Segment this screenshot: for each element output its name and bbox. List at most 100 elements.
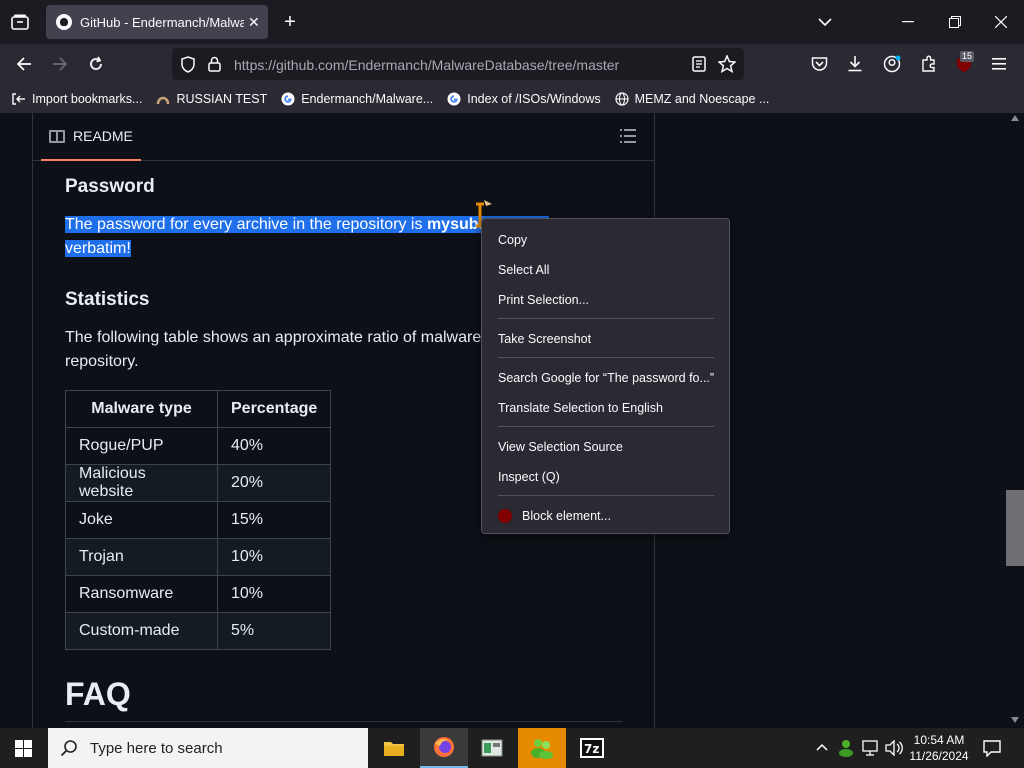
russian-flag-icon <box>157 96 170 105</box>
clock-time: 10:54 AM <box>913 733 965 747</box>
readme-header: README <box>33 113 654 161</box>
tracking-shield-icon[interactable] <box>180 56 196 78</box>
scroll-thumb[interactable] <box>1006 490 1024 566</box>
github-icon <box>56 14 72 30</box>
reload-icon[interactable] <box>86 54 106 74</box>
clock-date: 11/26/2024 <box>909 749 969 763</box>
start-button[interactable] <box>0 728 48 768</box>
pocket-icon[interactable] <box>811 56 828 77</box>
menu-item-copy[interactable]: Copy <box>498 233 527 247</box>
context-menu: Copy Select All Print Selection... Take … <box>481 218 730 534</box>
notifications-icon[interactable] <box>983 740 1001 757</box>
list-tabs-chevron-icon[interactable] <box>815 12 835 32</box>
menu-item-search-google[interactable]: Search Google for “The password fo...” <box>498 371 714 385</box>
menu-separator <box>498 495 714 496</box>
faq-heading: FAQ <box>65 676 131 712</box>
table-row: Trojan 10% <box>65 538 332 576</box>
password-text-part: The password for every archive in the re… <box>65 216 427 233</box>
bookmark-memz[interactable]: MEMZ and Noescape ... <box>615 92 770 106</box>
windows-taskbar: Type here to search 7z 10:54 AM 11/26/20… <box>0 728 1024 768</box>
svg-text:7z: 7z <box>584 742 599 756</box>
menu-item-block-element[interactable]: Block element... <box>498 508 611 524</box>
table-row: Rogue/PUP 40% <box>65 427 332 465</box>
column-header: Malware type <box>65 390 218 428</box>
table-row: Ransomware 10% <box>65 575 332 613</box>
bookmark-label: Index of /ISOs/Windows <box>467 92 601 106</box>
menu-separator <box>498 426 714 427</box>
bookmark-russian-test[interactable]: RUSSIAN TEST <box>156 92 267 106</box>
bookmark-isos-windows[interactable]: Index of /ISOs/Windows <box>447 92 601 106</box>
bookmark-label: RUSSIAN TEST <box>176 92 268 106</box>
menu-item-print-selection[interactable]: Print Selection... <box>498 293 589 307</box>
new-tab-button[interactable]: + <box>280 12 300 32</box>
table-cell: 20% <box>216 464 332 502</box>
table-cell: Ransomware <box>65 575 218 613</box>
network-icon[interactable] <box>862 740 880 756</box>
book-icon <box>49 129 65 143</box>
table-cell: 10% <box>216 538 332 576</box>
close-window-button[interactable] <box>991 12 1011 32</box>
stats-line2: repository. <box>65 353 139 370</box>
navigation-toolbar: https://github.com/Endermanch/MalwareDat… <box>0 44 1024 85</box>
menu-separator <box>498 357 714 358</box>
menu-item-translate[interactable]: Translate Selection to English <box>498 401 663 415</box>
7zip-taskbar-button[interactable]: 7z <box>568 728 616 768</box>
close-tab-icon[interactable]: ✕ <box>248 14 260 31</box>
scroll-up-arrow-icon[interactable] <box>1011 115 1019 121</box>
table-cell: Joke <box>65 501 218 539</box>
address-bar[interactable]: https://github.com/Endermanch/MalwareDat… <box>172 48 744 80</box>
volume-icon[interactable] <box>885 740 903 756</box>
bookmark-star-icon[interactable] <box>717 54 737 78</box>
scroll-down-arrow-icon[interactable] <box>1011 717 1019 723</box>
account-icon[interactable] <box>883 55 901 78</box>
menu-item-inspect[interactable]: Inspect (Q) <box>498 470 560 484</box>
reader-view-icon[interactable] <box>692 56 706 77</box>
firefox-view-icon[interactable] <box>10 12 30 32</box>
back-arrow-icon[interactable] <box>14 54 34 74</box>
menu-item-view-source[interactable]: View Selection Source <box>498 440 623 454</box>
bookmark-import[interactable]: Import bookmarks... <box>12 92 142 106</box>
tab-github[interactable]: GitHub - Endermanch/Malware ✕ <box>46 5 268 39</box>
bookmark-label: Import bookmarks... <box>32 92 143 106</box>
hamburger-menu-icon[interactable] <box>990 56 1008 72</box>
table-row: Custom-made 5% <box>65 612 332 650</box>
taskbar-search-box[interactable]: Type here to search <box>48 728 368 768</box>
block-element-label: Block element... <box>522 509 611 523</box>
table-cell: Custom-made <box>65 612 218 650</box>
globe-icon <box>615 92 629 106</box>
import-icon <box>12 93 25 105</box>
statistics-paragraph: The following table shows an approximate… <box>65 326 481 374</box>
active-app-taskbar-button[interactable] <box>518 728 566 768</box>
table-cell: Trojan <box>65 538 218 576</box>
table-cell: 40% <box>216 427 332 465</box>
7zip-icon: 7z <box>580 738 604 758</box>
readme-tab[interactable]: README <box>41 113 141 161</box>
outline-list-icon[interactable] <box>620 129 636 143</box>
firefox-icon <box>434 737 454 757</box>
url-text[interactable]: https://github.com/Endermanch/MalwareDat… <box>234 57 619 73</box>
url-path: /Endermanch/MalwareDatabase/tree/master <box>344 57 620 73</box>
forward-arrow-icon[interactable] <box>50 54 70 74</box>
lock-icon[interactable] <box>208 56 221 77</box>
show-hidden-icons-chevron-icon[interactable] <box>816 743 828 751</box>
password-heading: Password <box>65 176 155 197</box>
table-cell: 10% <box>216 575 332 613</box>
file-explorer-button[interactable] <box>370 728 418 768</box>
app-taskbar-button[interactable] <box>468 728 516 768</box>
search-icon <box>60 740 77 757</box>
downloads-icon[interactable] <box>847 55 863 77</box>
extensions-icon[interactable] <box>920 55 937 77</box>
faq-divider <box>65 721 622 722</box>
menu-item-take-screenshot[interactable]: Take Screenshot <box>498 332 591 346</box>
menu-item-select-all[interactable]: Select All <box>498 263 549 277</box>
minimize-button[interactable] <box>898 12 918 32</box>
bookmark-label: MEMZ and Noescape ... <box>634 92 770 106</box>
readme-tab-label: README <box>73 128 133 144</box>
people-tray-icon[interactable] <box>837 739 855 757</box>
table-cell: Malicious website <box>65 464 218 502</box>
bookmark-endermanch-malware[interactable]: Endermanch/Malware... <box>281 92 433 106</box>
taskbar-clock[interactable]: 10:54 AM 11/26/2024 <box>908 732 970 764</box>
page-scrollbar[interactable] <box>1006 113 1024 728</box>
restore-button[interactable] <box>945 12 965 32</box>
firefox-taskbar-button[interactable] <box>420 728 468 768</box>
